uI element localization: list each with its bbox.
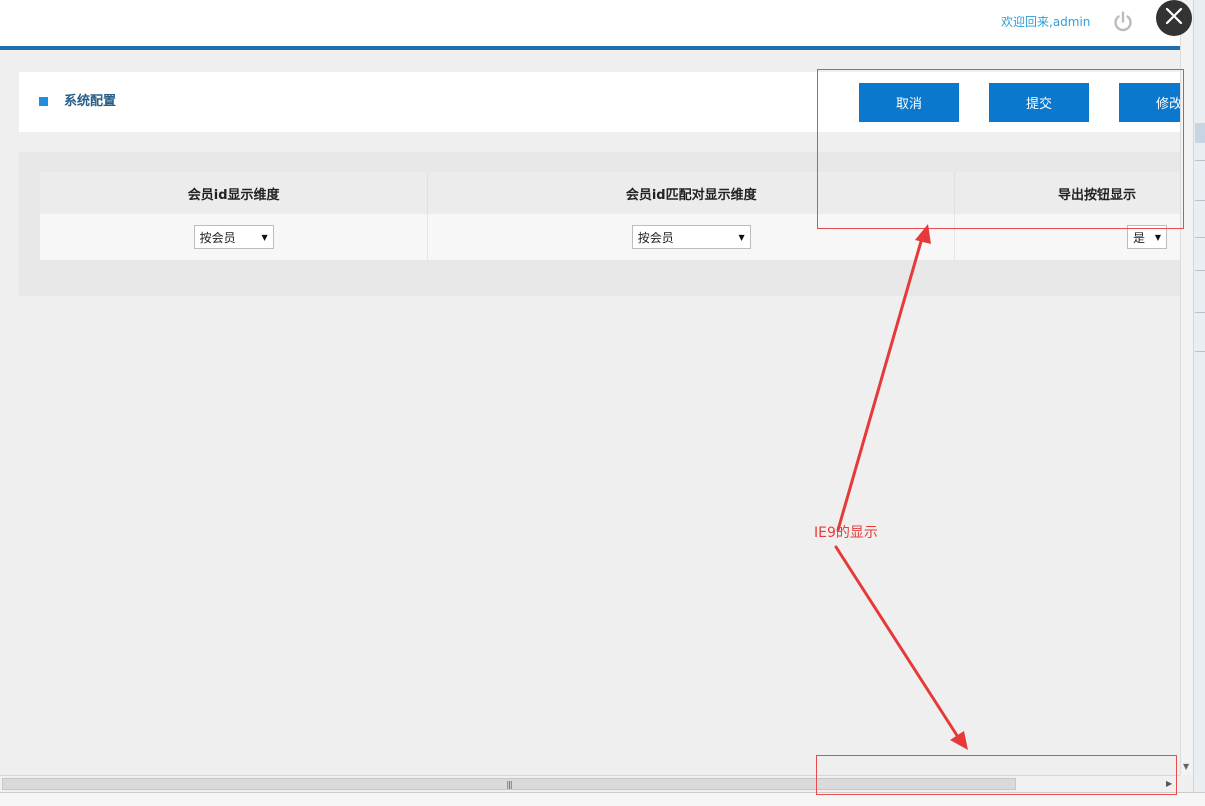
- table-cell: 按会员 ▼: [40, 214, 429, 260]
- power-icon[interactable]: [1111, 10, 1135, 34]
- dropdown-arrow-icon: ▼: [1154, 232, 1161, 242]
- edge-mark: [1195, 270, 1205, 271]
- edge-mark: [1195, 160, 1205, 161]
- select-value: 是: [1133, 230, 1146, 245]
- member-id-pair-dimension-select[interactable]: 按会员 ▼: [631, 225, 751, 249]
- annotation-box-top: [817, 69, 1184, 229]
- edge-mark: [1195, 200, 1205, 201]
- header-divider: [0, 46, 1180, 50]
- edge-mark: [1195, 351, 1205, 352]
- close-button[interactable]: [1156, 0, 1192, 36]
- edge-mark: [1195, 123, 1205, 143]
- member-id-dimension-select[interactable]: 按会员 ▼: [193, 225, 274, 249]
- scroll-arrow-icon[interactable]: ▼: [1183, 762, 1189, 771]
- dropdown-arrow-icon: ▼: [261, 232, 268, 242]
- select-value: 按会员: [637, 230, 674, 245]
- annotation-arrow-down: [834, 545, 960, 739]
- annotation-text: IE9的显示: [814, 525, 878, 541]
- select-value: 按会员: [199, 230, 236, 245]
- background-window-edge: [1193, 0, 1205, 806]
- dropdown-arrow-icon: ▼: [738, 232, 745, 242]
- edge-mark: [1195, 312, 1205, 313]
- top-header: 欢迎回来,admin: [0, 0, 1180, 46]
- grip-icon: |||: [506, 779, 512, 789]
- annotation-box-bottom: [816, 755, 1177, 795]
- welcome-text: 欢迎回来,admin: [1001, 15, 1091, 29]
- square-bullet-icon: [39, 97, 48, 106]
- panel-title: 系统配置: [64, 94, 117, 109]
- annotation-arrowhead-down: [950, 731, 968, 750]
- edge-mark: [1195, 237, 1205, 238]
- close-icon: [1165, 7, 1183, 29]
- column-header: 会员id显示维度: [40, 172, 429, 214]
